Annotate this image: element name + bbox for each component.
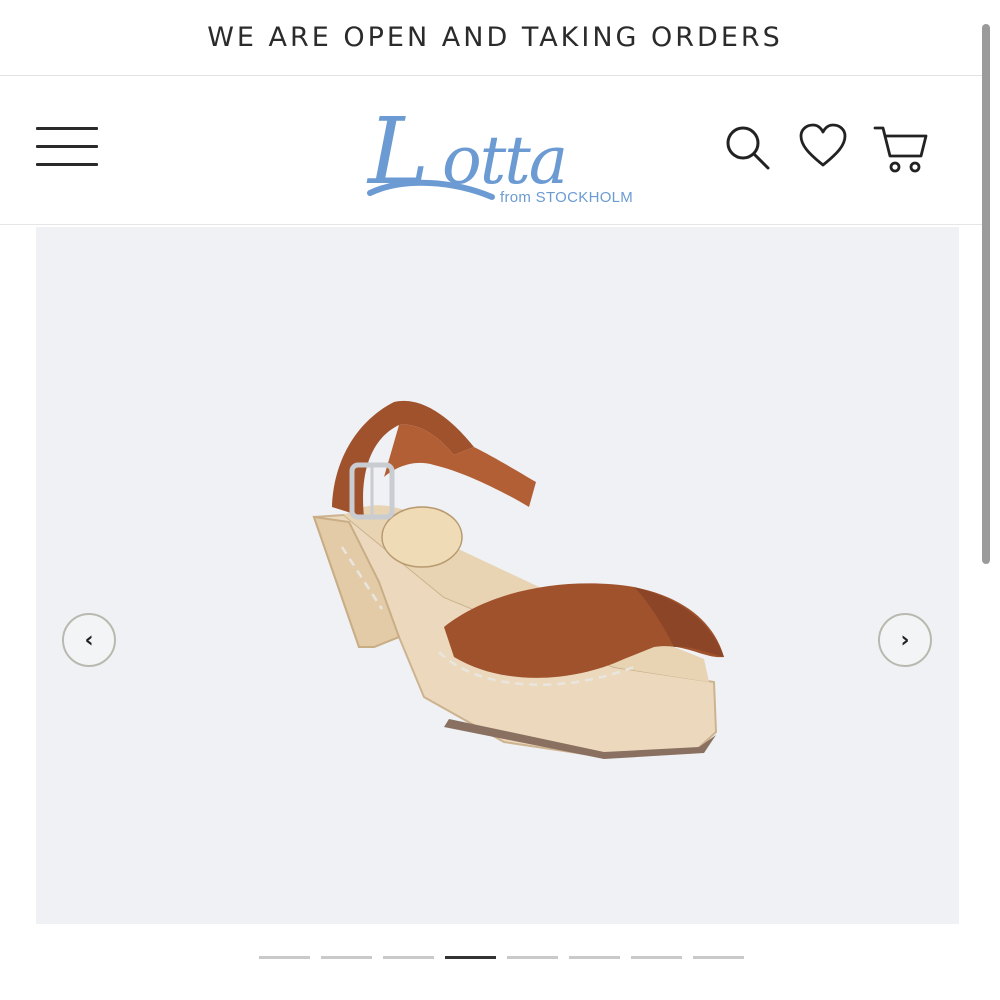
slide-indicator[interactable] xyxy=(569,956,620,959)
slide-indicator[interactable] xyxy=(259,956,310,959)
cart-icon[interactable] xyxy=(872,123,930,175)
slide-indicators xyxy=(259,956,744,962)
slide-indicator[interactable] xyxy=(321,956,372,959)
chevron-right-icon: › xyxy=(900,627,910,653)
slide-indicator[interactable] xyxy=(507,956,558,959)
logo-subtext: from STOCKHOLM xyxy=(500,189,634,206)
product-image[interactable] xyxy=(304,397,734,777)
slide-indicator[interactable] xyxy=(631,956,682,959)
site-header: L otta from STOCKHOLM xyxy=(0,77,990,225)
prev-slide-button[interactable]: ‹ xyxy=(62,613,116,667)
menu-icon[interactable] xyxy=(36,125,98,169)
next-slide-button[interactable]: › xyxy=(878,613,932,667)
heart-icon[interactable] xyxy=(798,123,848,169)
slide-indicator[interactable] xyxy=(383,956,434,959)
search-icon[interactable] xyxy=(723,123,773,173)
announcement-bar: WE ARE OPEN AND TAKING ORDERS xyxy=(0,0,990,76)
chevron-left-icon: ‹ xyxy=(84,627,94,653)
page-scrollbar[interactable] xyxy=(982,24,990,564)
brand-logo[interactable]: L otta from STOCKHOLM xyxy=(364,85,634,215)
announcement-text: WE ARE OPEN AND TAKING ORDERS xyxy=(207,22,783,53)
product-gallery xyxy=(36,227,959,924)
slide-indicator-active[interactable] xyxy=(445,956,496,959)
slide-indicator[interactable] xyxy=(693,956,744,959)
